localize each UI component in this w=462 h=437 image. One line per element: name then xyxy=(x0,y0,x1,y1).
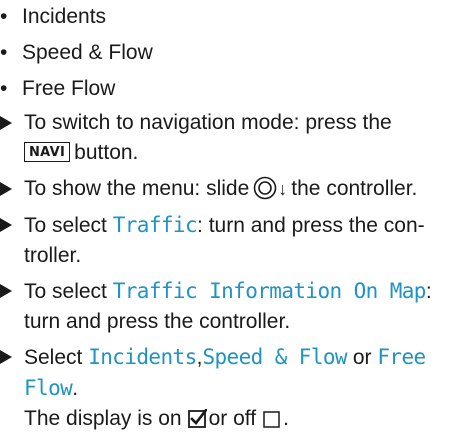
menu-item-speed-flow: Speed & Flow xyxy=(202,345,347,369)
menu-item-incidents: Incidents xyxy=(88,345,197,369)
step-text: . xyxy=(72,377,79,400)
step-switch-navigation: To switch to navigation mode: press the … xyxy=(0,108,460,168)
step-text: To show the menu: slide xyxy=(24,177,250,200)
triangle-right-icon xyxy=(0,218,12,232)
bullet-icon: • xyxy=(0,77,8,100)
step-text: or off xyxy=(208,407,257,430)
list-item: • Free Flow xyxy=(0,74,115,104)
menu-item-free-flow-cont: Flow xyxy=(24,376,73,400)
step-text: troller. xyxy=(24,244,82,267)
step-text: button. xyxy=(74,141,139,164)
menu-item-traffic: Traffic xyxy=(112,213,198,237)
step-text: The display is on xyxy=(24,407,182,430)
step-text: Select xyxy=(24,346,83,369)
navi-key: NAVI xyxy=(24,142,71,162)
checkbox-checked-icon xyxy=(187,407,208,428)
step-text: . xyxy=(283,407,289,430)
menu-item-free-flow: Free xyxy=(377,345,426,369)
step-show-menu: To show the menu: slide ↓ the controller. xyxy=(0,174,460,204)
bullet-icon: • xyxy=(0,41,8,64)
triangle-right-icon xyxy=(0,284,12,298)
triangle-right-icon xyxy=(0,350,12,364)
step-text: To select xyxy=(24,214,107,237)
triangle-right-icon xyxy=(0,182,12,196)
menu-item-traffic-information-on-map: Traffic Information On Map xyxy=(112,279,427,303)
triangle-right-icon xyxy=(0,116,12,130)
list-item: • Incidents xyxy=(0,2,106,32)
step-text: To switch to navigation mode: press the xyxy=(24,111,392,134)
step-text: To select xyxy=(24,280,107,303)
checkbox-unchecked-icon xyxy=(262,407,281,428)
bullet-label: Incidents xyxy=(22,5,107,28)
step-text: or xyxy=(352,346,372,369)
bullet-label: Free Flow xyxy=(22,77,116,100)
step-text: turn and press the controller. xyxy=(24,310,291,333)
bullet-label: Speed & Flow xyxy=(22,41,153,64)
controller-icon xyxy=(253,176,277,200)
bullet-icon: • xyxy=(0,5,8,28)
list-item: • Speed & Flow xyxy=(0,38,153,68)
step-text: the controller. xyxy=(291,177,418,200)
step-select-traffic-map: To select Traffic Information On Map: tu… xyxy=(0,276,460,337)
step-select-display-option: Select Incidents,Speed & Flow or Free Fl… xyxy=(0,342,460,434)
step-text: : xyxy=(425,280,432,303)
step-text: : turn and press the con- xyxy=(197,214,425,237)
step-select-traffic: To select Traffic: turn and press the co… xyxy=(0,210,460,271)
arrow-down-icon: ↓ xyxy=(278,179,288,199)
